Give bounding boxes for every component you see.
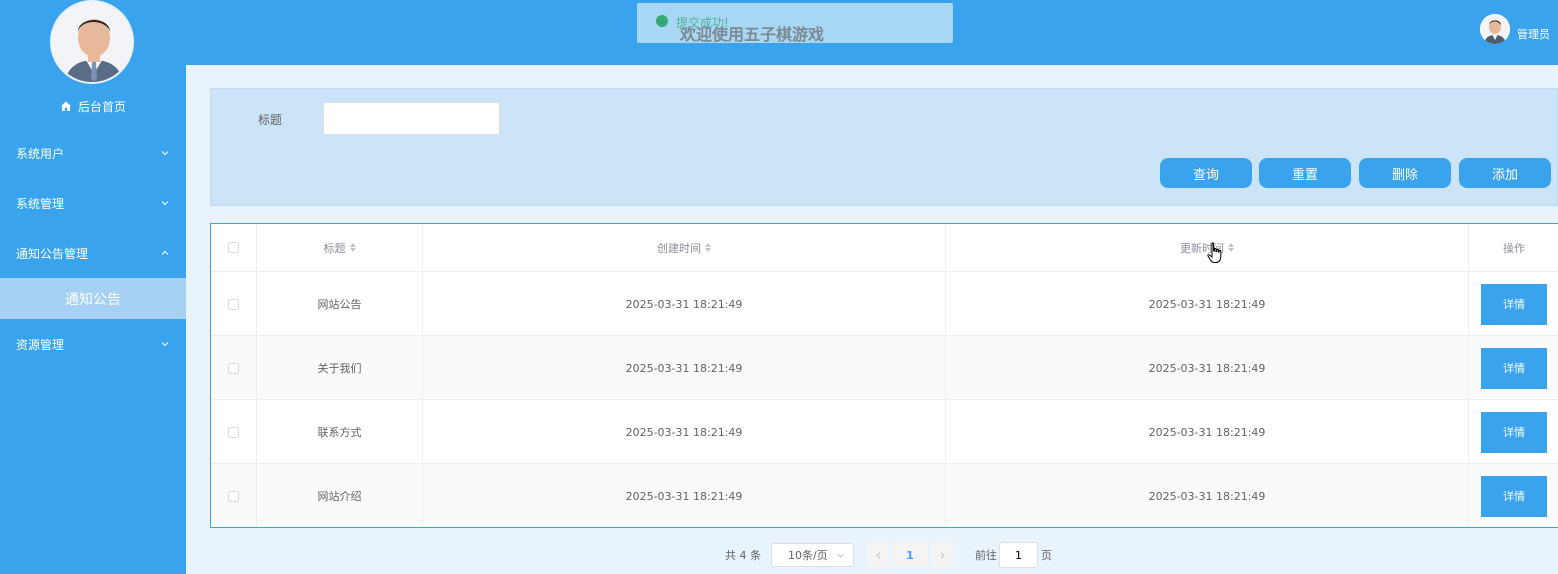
- cell-updated: 2025-03-31 18:21:49: [946, 272, 1469, 336]
- cell-created: 2025-03-31 18:21:49: [423, 336, 946, 400]
- user-avatar[interactable]: [1480, 14, 1510, 44]
- page-size-value: 10条/页: [788, 549, 828, 562]
- row-select-cell: [211, 400, 257, 464]
- table-row: 网站公告 2025-03-31 18:21:49 2025-03-31 18:2…: [211, 272, 1558, 336]
- menu-resource-management[interactable]: 资源管理: [0, 319, 186, 369]
- cell-title: 网站公告: [257, 272, 423, 336]
- goto-label: 前往: [975, 549, 997, 562]
- submenu-notice[interactable]: 通知公告: [0, 278, 186, 319]
- notice-table: 标题 创建时间 更新时间 操作 网站公告 2025-03-31 18:21:49…: [210, 223, 1558, 528]
- chevron-left-icon: [875, 551, 880, 559]
- cell-title: 关于我们: [257, 336, 423, 400]
- cell-created: 2025-03-31 18:21:49: [423, 272, 946, 336]
- chevron-down-icon: [161, 151, 169, 156]
- cell-updated: 2025-03-31 18:21:49: [946, 336, 1469, 400]
- page-number-current[interactable]: 1: [892, 543, 928, 567]
- reset-button[interactable]: 重置: [1259, 158, 1351, 188]
- select-all-checkbox[interactable]: [228, 242, 239, 253]
- header-created-label: 创建时间: [657, 241, 701, 255]
- cell-title: 网站介绍: [257, 464, 423, 527]
- title-filter-label: 标题: [258, 113, 283, 127]
- add-button[interactable]: 添加: [1459, 158, 1551, 188]
- menu-label: 通知公告管理: [16, 246, 89, 261]
- row-select-cell: [211, 336, 257, 400]
- goto-page-unit: 页: [1041, 549, 1052, 562]
- detail-button[interactable]: 详情: [1481, 475, 1547, 517]
- header-select-all: [211, 224, 257, 272]
- row-select-cell: [211, 464, 257, 527]
- table-row: 网站介绍 2025-03-31 18:21:49 2025-03-31 18:2…: [211, 464, 1558, 527]
- menu-label: 系统管理: [16, 196, 65, 211]
- chevron-down-icon: [837, 553, 844, 558]
- home-label: 后台首页: [77, 99, 126, 114]
- pagination-total: 共 4 条: [725, 549, 761, 562]
- page-size-select[interactable]: 10条/页: [771, 543, 854, 567]
- row-checkbox[interactable]: [228, 362, 239, 374]
- home-link[interactable]: 后台首页: [0, 92, 186, 120]
- cell-actions: 详情: [1469, 336, 1558, 400]
- page-title: 欢迎使用五子棋游戏: [680, 25, 825, 44]
- hand-cursor-icon: [1207, 242, 1222, 263]
- row-checkbox[interactable]: [228, 490, 239, 502]
- goto-page-input[interactable]: [999, 542, 1038, 568]
- user-name[interactable]: 管理员: [1517, 26, 1550, 42]
- check-circle-icon: [656, 15, 668, 27]
- prev-page-button[interactable]: [867, 543, 889, 567]
- header-title[interactable]: 标题: [257, 224, 423, 272]
- cell-title: 联系方式: [257, 400, 423, 464]
- next-page-button[interactable]: [931, 543, 953, 567]
- home-icon: [60, 101, 71, 111]
- cell-updated: 2025-03-31 18:21:49: [946, 400, 1469, 464]
- sort-icon[interactable]: [349, 243, 356, 252]
- title-filter-input[interactable]: [323, 102, 500, 135]
- cell-actions: 详情: [1469, 272, 1558, 336]
- cell-actions: 详情: [1469, 400, 1558, 464]
- header-title-label: 标题: [323, 241, 346, 255]
- menu-system-users[interactable]: 系统用户: [0, 128, 186, 178]
- chevron-down-icon: [161, 342, 169, 347]
- header-actions: 操作: [1469, 224, 1558, 272]
- menu-notice-management[interactable]: 通知公告管理: [0, 228, 186, 278]
- chevron-right-icon: [940, 551, 945, 559]
- header-created[interactable]: 创建时间: [423, 224, 946, 272]
- table-row: 联系方式 2025-03-31 18:21:49 2025-03-31 18:2…: [211, 400, 1558, 464]
- menu-label: 资源管理: [16, 337, 65, 352]
- chevron-down-icon: [161, 201, 169, 206]
- menu-system-management[interactable]: 系统管理: [0, 178, 186, 228]
- menu-label: 系统用户: [16, 146, 65, 161]
- detail-button[interactable]: 详情: [1481, 411, 1547, 453]
- row-checkbox[interactable]: [228, 298, 239, 310]
- cell-updated: 2025-03-31 18:21:49: [946, 464, 1469, 527]
- detail-button[interactable]: 详情: [1481, 347, 1547, 389]
- detail-button[interactable]: 详情: [1481, 283, 1547, 325]
- cell-created: 2025-03-31 18:21:49: [423, 400, 946, 464]
- sort-icon[interactable]: [1228, 243, 1234, 252]
- sort-icon[interactable]: [705, 243, 711, 252]
- cell-actions: 详情: [1469, 464, 1558, 527]
- profile-avatar: [50, 0, 134, 84]
- sidebar: 后台首页 系统用户 系统管理 通知公告管理 通知公告 资源管理: [0, 0, 186, 574]
- row-checkbox[interactable]: [228, 426, 239, 438]
- header-actions-label: 操作: [1503, 241, 1525, 255]
- query-button[interactable]: 查询: [1160, 158, 1252, 188]
- row-select-cell: [211, 272, 257, 336]
- chevron-up-icon: [161, 250, 169, 255]
- delete-button[interactable]: 删除: [1359, 158, 1451, 188]
- cell-created: 2025-03-31 18:21:49: [423, 464, 946, 527]
- table-row: 关于我们 2025-03-31 18:21:49 2025-03-31 18:2…: [211, 336, 1558, 400]
